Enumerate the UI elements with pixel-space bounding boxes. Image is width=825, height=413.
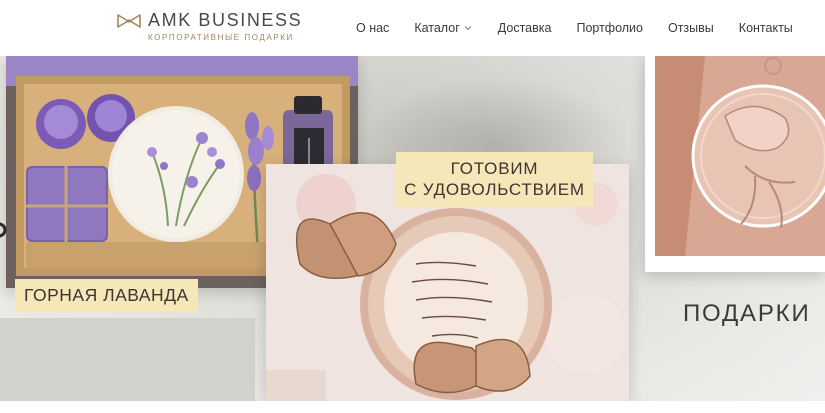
nav-link-reviews[interactable]: Отзывы — [668, 21, 714, 35]
chevron-down-icon — [464, 26, 472, 31]
caption-line: ГОТОВИМ — [450, 159, 539, 178]
nav-link-portfolio[interactable]: Портфолио — [576, 21, 643, 35]
hero-collage: ГОРНАЯ ЛАВАНДА ГОТОВИМ С УДОВОЛЬСТВИЕМ П… — [0, 56, 825, 413]
nav-link-label: Отзывы — [667, 21, 714, 35]
site-header: AMK BUSINESS КОРПОРАТИВНЫЕ ПОДАРКИ О нас… — [0, 0, 825, 56]
hero-bottom-strip — [0, 401, 825, 413]
nav-link-label: Контакты — [738, 21, 793, 35]
nav-link-label: О нас — [356, 21, 390, 35]
nav-link-catalog[interactable]: Каталог — [414, 21, 472, 35]
backdrop-shelf — [0, 318, 255, 401]
slider-arrow-icon[interactable] — [0, 220, 8, 240]
nav-link-label: Доставка — [497, 21, 552, 35]
bird-ornament-image — [645, 56, 825, 272]
bow-tie-icon — [117, 14, 141, 28]
nav-link-label: Каталог — [414, 21, 460, 35]
brand-logo[interactable]: AMK BUSINESS КОРПОРАТИВНЫЕ ПОДАРКИ — [117, 10, 307, 46]
caption-line: С УДОВОЛЬСТВИЕМ — [404, 180, 585, 199]
nav-link-about[interactable]: О нас — [356, 21, 389, 35]
caption-gifts: ПОДАРКИ — [683, 300, 811, 327]
main-nav: О нас Каталог Доставка Портфолио Отзывы … — [356, 19, 793, 37]
nav-link-label: Портфолио — [576, 21, 643, 35]
photo-bird-ornament[interactable] — [645, 56, 825, 272]
caption-prepare-with-pleasure: ГОТОВИМ С УДОВОЛЬСТВИЕМ — [396, 152, 593, 207]
nav-link-delivery[interactable]: Доставка — [498, 21, 552, 35]
caption-mountain-lavender: ГОРНАЯ ЛАВАНДА — [15, 279, 198, 312]
brand-name: AMK BUSINESS — [148, 10, 303, 30]
nav-link-contacts[interactable]: Контакты — [739, 21, 793, 35]
brand-tagline: КОРПОРАТИВНЫЕ ПОДАРКИ — [148, 33, 294, 42]
